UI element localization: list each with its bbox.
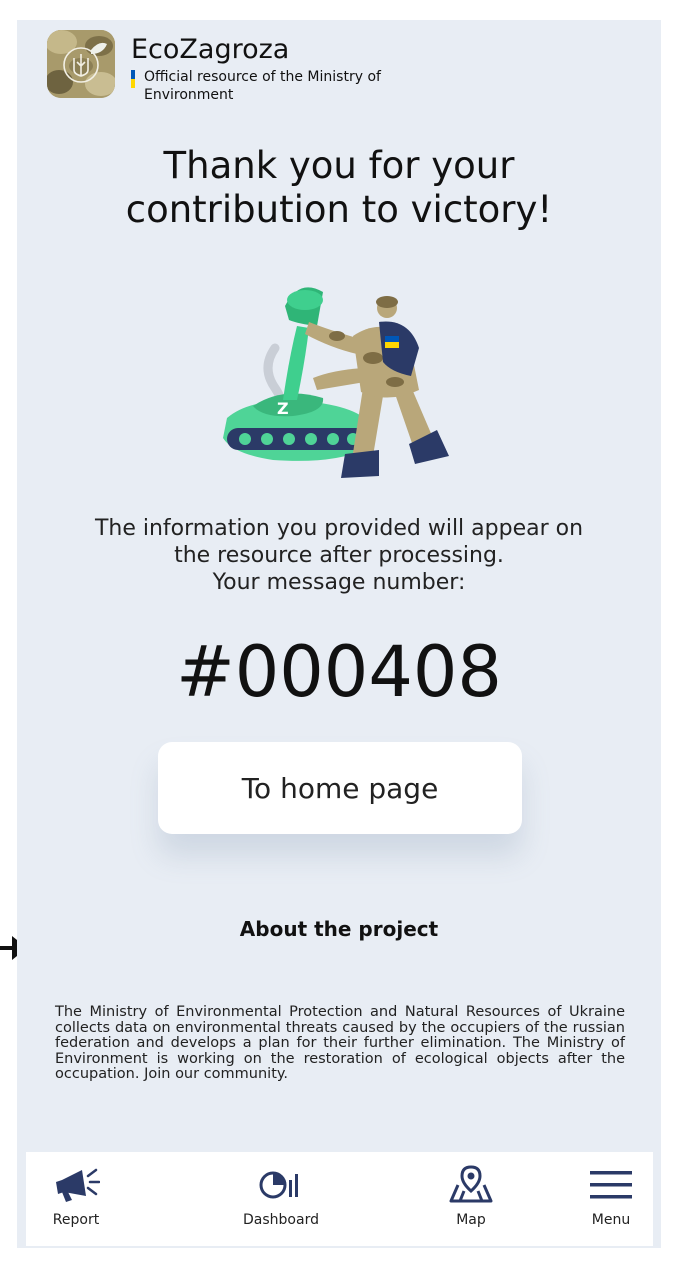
nav-label-dashboard: Dashboard (243, 1212, 319, 1228)
page-title: Thank you for your contribution to victo… (125, 144, 553, 231)
info-line-3: Your message number: (212, 570, 466, 595)
app-header: EcoZagroza Official resource of the Mini… (47, 30, 434, 104)
nav-label-menu: Menu (591, 1212, 631, 1228)
phone-screen: EcoZagroza Official resource of the Mini… (17, 20, 661, 1248)
home-page-button[interactable]: To home page (158, 742, 522, 834)
info-text: The information you provided will appear… (17, 515, 661, 596)
app-name: EcoZagroza (131, 34, 290, 65)
nav-label-report: Report (52, 1212, 100, 1228)
info-line-2: the resource after processing. (174, 543, 504, 568)
bottom-navigation: Report Dashboard Map Menu (26, 1152, 653, 1246)
nav-item-report[interactable]: Report (28, 1152, 124, 1246)
menu-icon (574, 1162, 648, 1208)
map-icon (426, 1162, 516, 1208)
dashboard-icon (216, 1162, 346, 1208)
info-line-1: The information you provided will appear… (94, 516, 584, 541)
ukraine-flag-icon (131, 70, 135, 88)
app-logo[interactable] (47, 30, 115, 98)
message-number: #000408 (176, 631, 502, 713)
nav-item-dashboard[interactable]: Dashboard (216, 1152, 346, 1246)
nav-label-map: Map (456, 1212, 486, 1228)
nav-item-menu[interactable]: Menu (574, 1152, 648, 1246)
about-title: About the project (239, 917, 439, 941)
nav-item-map[interactable]: Map (426, 1152, 516, 1246)
megaphone-icon (28, 1162, 124, 1208)
svg-text:Z: Z (277, 399, 289, 418)
soldier-tank-illustration: Z (213, 278, 473, 492)
app-subtitle: Official resource of the Ministry of Env… (144, 69, 381, 103)
about-text: The Ministry of Environmental Protection… (55, 1004, 625, 1083)
